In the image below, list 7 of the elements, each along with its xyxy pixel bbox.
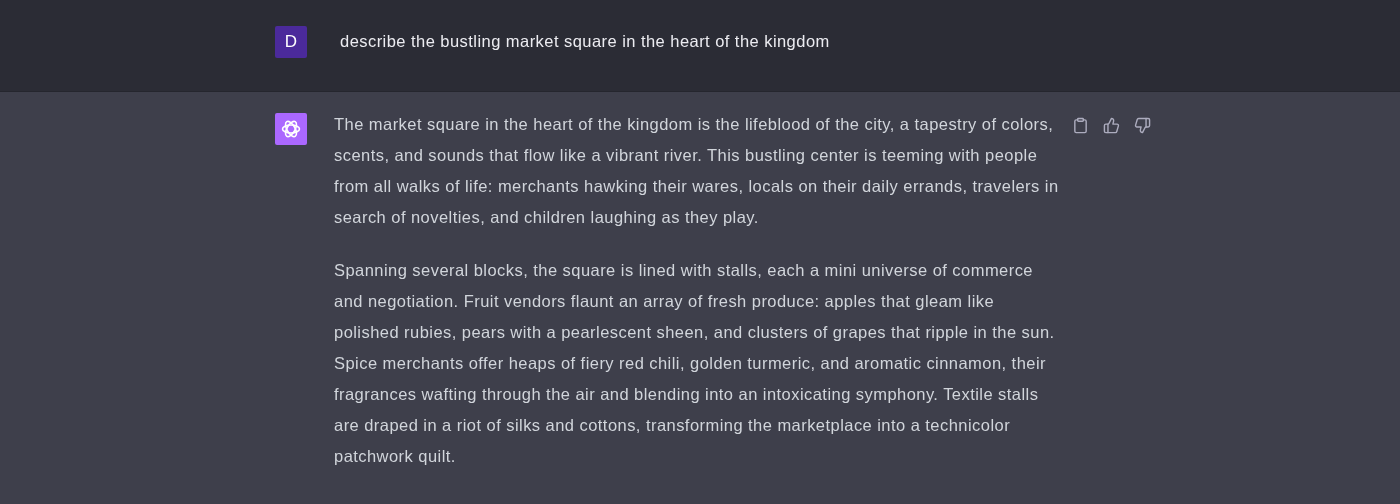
user-prompt: describe the bustling market square in the heart of the kingdom	[340, 31, 831, 52]
user-avatar: D	[275, 26, 307, 58]
response-paragraph: Spanning several blocks, the square is lined with stalls, each a mini universe of commerce and negotiation. Fruit vendors flaunt an array of fresh produce: apples that gleam like polished rubies, pears with a pearlescent sheen, and clusters of grapes that ripple in the sun. Spice merchants offer heaps of fiery red chili, golden turmeric, and aromatic cinnamon, their fragrances wafting through the air and blending into an intoxicating symphony. Textile stalls are draped in a riot of silks and cottons, transforming the marketplace into a technicolor patchwork quilt.	[334, 260, 1056, 467]
thumbs-down-icon[interactable]	[1134, 117, 1151, 134]
thumbs-up-icon[interactable]	[1103, 117, 1120, 134]
copy-icon[interactable]	[1072, 117, 1089, 134]
response-paragraph: The market square in the heart of the kingdom is the lifeblood of the city, a tapestry of colors, scents, and sounds that flow like a vibrant river. This bustling center is teeming with people from all walks of life: merchants hawking their wares, locals on their daily errands, travelers in search of novelties, and children laughing as they play.	[334, 114, 1060, 228]
